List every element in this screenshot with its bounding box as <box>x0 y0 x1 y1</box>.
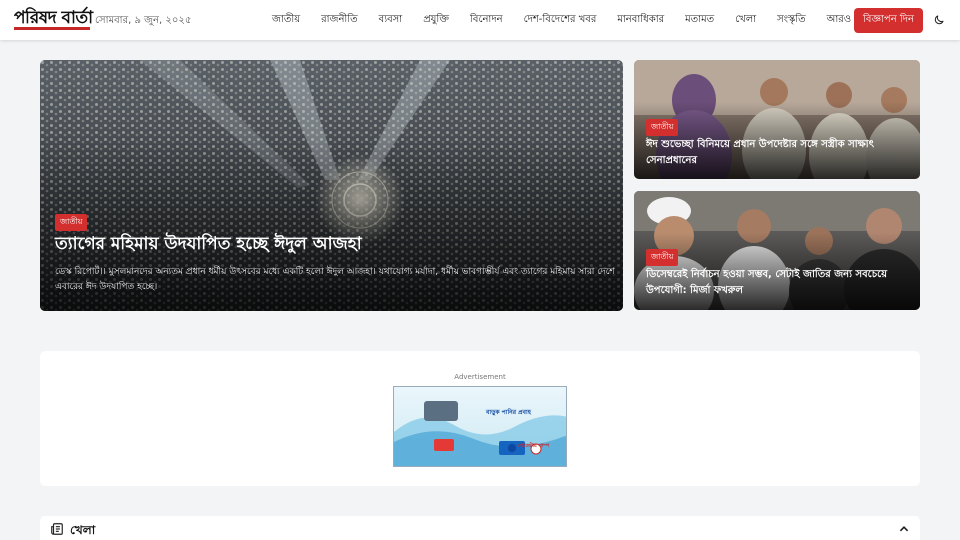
advertisement-banner[interactable]: বাড়ুক পানির প্রবাহ গেজেটার পাম্প <box>393 386 567 467</box>
lead-story-excerpt: ডেস্ক রিপোর্ট।। মুসলমানদের অন্যতম প্রধান… <box>55 267 615 292</box>
main-nav: জাতীয় রাজনীতি ব্যবসা প্রযুক্তি বিনোদন দ… <box>272 0 862 40</box>
side-story-card[interactable]: জাতীয় ঈদ শুভেচ্ছা বিনিময়ে প্রধান উপদেষ… <box>634 60 920 179</box>
section-sports: খেলা <box>40 516 920 540</box>
chevron-up-icon[interactable] <box>898 523 910 535</box>
nav-item-technology[interactable]: প্রযুক্তি <box>423 12 449 29</box>
advertise-button[interactable]: বিজ্ঞাপন দিন <box>854 8 923 33</box>
nav-more-label: আরও <box>826 13 852 25</box>
nav-item-entertainment[interactable]: বিনোদন <box>470 12 503 29</box>
advertisement-label: Advertisement <box>454 373 506 381</box>
nav-item-business[interactable]: ব্যবসা <box>379 12 403 29</box>
category-badge[interactable]: জাতীয় <box>55 214 88 231</box>
nav-item-national[interactable]: জাতীয় <box>272 12 300 29</box>
ad-banner-headline: বাড়ুক পানির প্রবাহ <box>486 409 531 416</box>
ad-banner-brand: গেজেটার পাম্প <box>518 443 550 449</box>
nav-item-human-rights[interactable]: মানবাধিকার <box>617 12 664 29</box>
moon-icon <box>934 15 944 25</box>
side-story-title[interactable]: ডিসেম্বরেই নির্বাচন হওয়া সম্ভব, সেটাই জ… <box>646 267 914 299</box>
lead-story-card[interactable]: জাতীয় ত্যাগের মহিমায় উদযাপিত হচ্ছে ঈদু… <box>40 60 623 311</box>
side-story-card[interactable]: জাতীয় ডিসেম্বরেই নির্বাচন হওয়া সম্ভব, … <box>634 191 920 310</box>
logo-underline <box>14 27 90 30</box>
category-badge[interactable]: জাতীয় <box>646 249 679 266</box>
category-badge[interactable]: জাতীয় <box>646 119 679 136</box>
newspaper-icon <box>51 523 63 535</box>
section-title[interactable]: খেলা <box>70 522 95 540</box>
nav-item-sports[interactable]: খেলা <box>735 12 756 29</box>
logo-text: পরিষদ বার্তা <box>14 8 93 28</box>
theme-toggle-button[interactable] <box>931 12 947 28</box>
nav-item-culture[interactable]: সংস্কৃতি <box>777 12 805 29</box>
advertisement-section: Advertisement বাড়ুক পানির প্রবাহ গেজেটা… <box>40 351 920 486</box>
site-header: পরিষদ বার্তা সোমবার, ৯ জুন, ২০২৫ জাতীয় … <box>0 0 960 40</box>
nav-item-politics[interactable]: রাজনীতি <box>321 12 358 29</box>
ad-banner-artwork <box>394 401 566 466</box>
nav-item-world[interactable]: দেশ-বিদেশের খবর <box>524 12 597 29</box>
lead-story-title[interactable]: ত্যাগের মহিমায় উদযাপিত হচ্ছে ঈদুল আজহা <box>55 233 605 255</box>
site-logo[interactable]: পরিষদ বার্তা <box>14 8 93 30</box>
nav-item-opinion[interactable]: মতামত <box>685 12 714 29</box>
side-story-title[interactable]: ঈদ শুভেচ্ছা বিনিময়ে প্রধান উপদেষ্টার সঙ… <box>646 137 914 169</box>
current-date: সোমবার, ৯ জুন, ২০২৫ <box>95 15 192 26</box>
